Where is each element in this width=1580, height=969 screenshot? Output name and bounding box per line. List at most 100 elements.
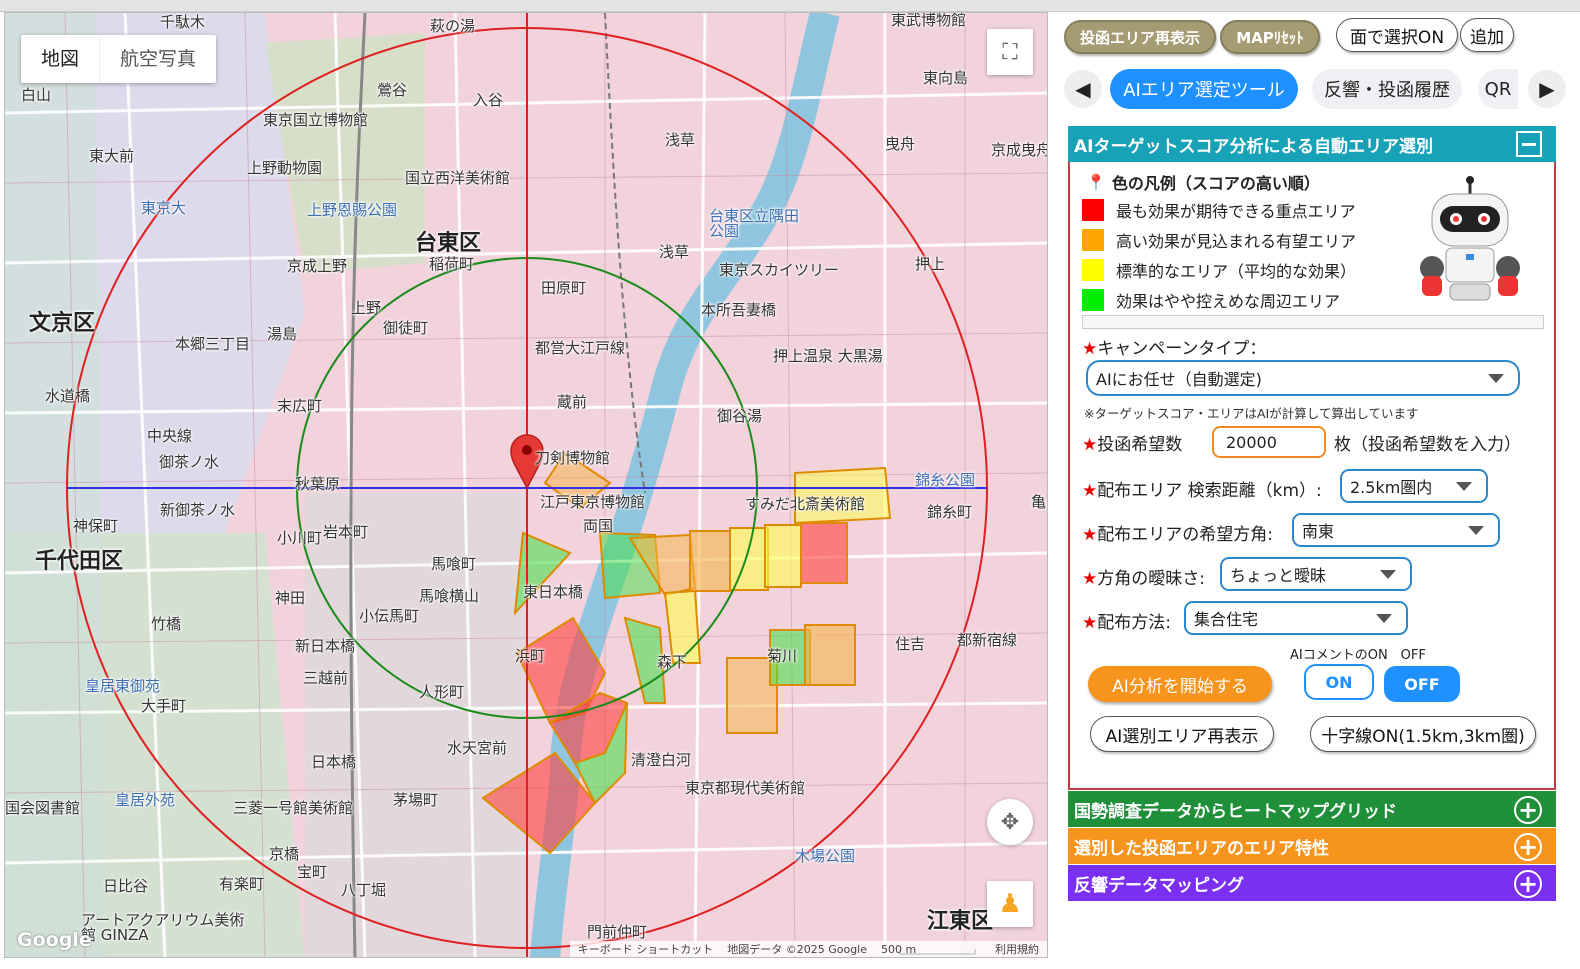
place-label: 森下 <box>657 653 688 671</box>
place-label: 入谷 <box>473 91 504 109</box>
place-label: 大手町 <box>141 697 187 715</box>
distance-select[interactable]: 2.5km圏内 <box>1340 469 1488 503</box>
tab-scroll-left-button[interactable]: ◀ <box>1064 70 1102 108</box>
legend-label: 高い効果が見込まれる有望エリア <box>1116 232 1357 251</box>
place-label: 御茶ノ水 <box>159 453 220 471</box>
campaign-type-label: ★キャンペーンタイプ： <box>1082 339 1267 359</box>
google-logo: Google <box>17 929 92 951</box>
legend-divider <box>1082 315 1544 329</box>
map-graphics <box>5 13 1047 957</box>
place-label: 萩の湯 <box>430 17 476 35</box>
camera-control-button[interactable]: ✥ <box>987 799 1033 845</box>
place-label: 水道橋 <box>45 387 91 405</box>
ai-comment-off-button[interactable]: OFF <box>1384 666 1460 702</box>
place-label: 岩本町 <box>323 523 369 541</box>
map-reset-button[interactable]: MAPﾘｾｯﾄ <box>1220 20 1320 54</box>
place-label: 白山 <box>21 86 52 104</box>
ai-section-header[interactable]: AIターゲットスコア分析による自動エリア選別 <box>1068 126 1556 162</box>
direction-label: ★配布エリアの希望方角: <box>1082 525 1273 545</box>
place-label: 都新宿線 <box>957 631 1018 649</box>
place-label: 国会図書館 <box>5 799 81 817</box>
expand-plus-icon[interactable]: + <box>1514 796 1542 824</box>
place-label: 御谷湯 <box>717 407 763 425</box>
map-type-satellite-button[interactable]: 航空写真 <box>100 35 216 83</box>
legend-swatch-green <box>1082 289 1104 311</box>
redisplay-ai-area-button[interactable]: AI選別エリア再表示 <box>1090 716 1274 752</box>
district-label-taito: 台東区 <box>415 231 482 256</box>
map-attribution: キーボード ショートカット 地図データ ©2025 Google 500 m 利… <box>569 941 1047 957</box>
place-label: 馬喰横山 <box>419 587 480 605</box>
place-label: 東向島 <box>923 69 969 87</box>
map-canvas[interactable]: 台東区 文京区 千代田区 江東区 千駄木 萩の湯 鶯谷 入谷 白山 東京国立博物… <box>4 12 1048 958</box>
heatmap-section-title: 国勢調査データからヒートマップグリッド <box>1074 801 1397 822</box>
place-label: 神田 <box>275 589 306 607</box>
area-characteristics-section-header[interactable]: 選別した投函エリアのエリア特性 + <box>1068 828 1556 864</box>
place-label: 浜町 <box>515 647 546 665</box>
chevron-down-icon <box>1380 570 1396 579</box>
ambiguity-value: ちょっと曖昧 <box>1230 566 1327 585</box>
place-label: 東京大 <box>141 199 187 217</box>
crosshair-toggle-button[interactable]: 十字線ON(1.5km,3km圏) <box>1310 716 1536 752</box>
district-label-chiyoda: 千代田区 <box>35 549 124 574</box>
ambiguity-select[interactable]: ちょっと曖昧 <box>1220 557 1412 591</box>
place-label: 有楽町 <box>219 875 265 893</box>
ambiguity-label: ★方角の曖昧さ: <box>1082 569 1205 589</box>
start-ai-analysis-button[interactable]: AI分析を開始する <box>1088 666 1272 702</box>
expand-plus-icon[interactable]: + <box>1514 833 1542 861</box>
place-label: すみだ北斎美術館 <box>745 495 866 513</box>
distance-value: 2.5km圏内 <box>1350 478 1433 497</box>
street-view-button[interactable]: ♟ <box>987 881 1033 927</box>
chevron-down-icon <box>1468 526 1484 535</box>
place-label: 亀 <box>1031 493 1047 511</box>
ai-section-title: AIターゲットスコア分析による自動エリア選別 <box>1074 136 1433 157</box>
place-label: 上野 <box>351 299 382 317</box>
required-star-icon: ★ <box>1082 613 1098 633</box>
place-label: 蔵前 <box>557 393 588 411</box>
required-star-icon: ★ <box>1082 339 1098 359</box>
place-label: 浅草 <box>665 131 696 149</box>
place-label: 京橋 <box>269 845 300 863</box>
place-label: 茅場町 <box>393 791 439 809</box>
select-by-area-button[interactable]: 面で選択ON <box>1336 18 1458 52</box>
response-mapping-section-header[interactable]: 反響データマッピング + <box>1068 865 1556 901</box>
method-label: ★配布方法: <box>1082 613 1171 633</box>
fullscreen-button[interactable]: ⛶ <box>987 29 1033 75</box>
legend-label: 効果はやや控えめな周辺エリア <box>1116 292 1341 311</box>
place-label: 鶯谷 <box>377 81 408 99</box>
add-button[interactable]: 追加 <box>1460 18 1514 52</box>
legend-label: 標準的なエリア（平均的な効果） <box>1116 262 1357 281</box>
method-select[interactable]: 集合住宅 <box>1184 601 1408 635</box>
place-label: 京成上野 <box>287 257 348 275</box>
expand-plus-icon[interactable]: + <box>1514 870 1542 898</box>
tab-qr[interactable]: QR <box>1478 69 1518 109</box>
place-label: 清澄白河 <box>631 751 692 769</box>
direction-select[interactable]: 南東 <box>1292 513 1500 547</box>
campaign-type-select[interactable]: AIにお任せ（自動選定) <box>1086 360 1520 396</box>
place-label: 日比谷 <box>103 877 149 895</box>
tab-scroll-right-button[interactable]: ▶ <box>1528 70 1566 108</box>
place-label: 人形町 <box>419 683 465 701</box>
ai-comment-on-button[interactable]: ON <box>1304 664 1374 700</box>
place-label: 押上 <box>915 255 946 273</box>
tab-ai-area-tool[interactable]: AIエリア選定ツール <box>1110 69 1298 109</box>
map-type-switch: 地図 航空写真 <box>21 35 217 83</box>
chevron-down-icon <box>1488 374 1504 383</box>
place-label: 馬喰町 <box>431 555 477 573</box>
control-panel: 投函エリア再表示 MAPﾘｾｯﾄ 面で選択ON 追加 ◀ AIエリア選定ツール … <box>1060 12 1580 969</box>
place-label: 両国 <box>583 517 614 535</box>
map-type-map-button[interactable]: 地図 <box>21 35 101 83</box>
keyboard-shortcuts-link[interactable]: キーボード ショートカット <box>578 941 714 957</box>
legend-item: 高い効果が見込まれる有望エリア <box>1082 228 1356 252</box>
redisplay-area-button[interactable]: 投函エリア再表示 <box>1064 20 1216 54</box>
heatmap-section-header[interactable]: 国勢調査データからヒートマップグリッド + <box>1068 791 1556 827</box>
collapse-icon[interactable] <box>1516 131 1542 157</box>
place-label: 秋葉原 <box>295 475 341 493</box>
tab-response-history[interactable]: 反響・投函履歴 <box>1312 69 1462 109</box>
place-label: 三菱一号館美術館 <box>233 799 354 817</box>
place-label: 東京国立博物館 <box>263 111 369 129</box>
legend-swatch-orange <box>1082 229 1104 251</box>
terms-link[interactable]: 利用規約 <box>995 941 1039 957</box>
place-label: 皇居東御苑 <box>85 677 161 695</box>
quantity-input[interactable]: 20000 <box>1212 426 1326 458</box>
district-label-bunkyo: 文京区 <box>29 311 96 336</box>
